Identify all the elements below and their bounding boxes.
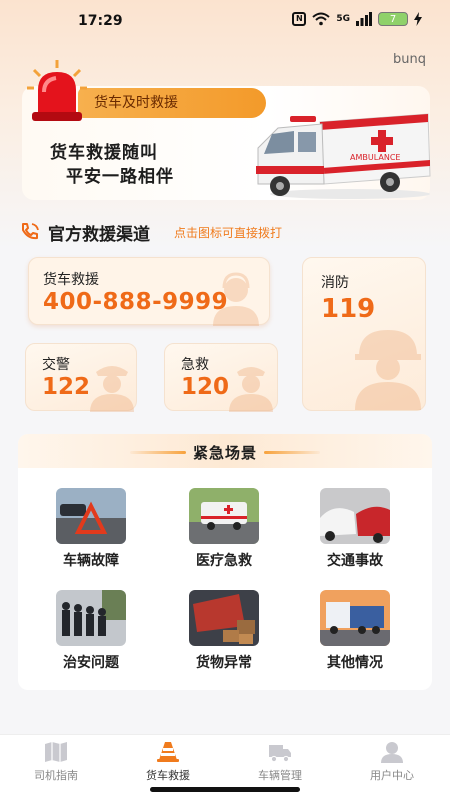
tab-user-center[interactable]: 用户中心 [336, 735, 448, 785]
status-bar: 17:29 N 5G 7 [0, 0, 450, 44]
banner-slogan-line2: 平安一路相伴 [66, 167, 174, 187]
emergency-panel: 紧急场景 车辆故障 医疗急救 交通事故 治安问题 货物异常 其他情况 [18, 434, 432, 690]
hotline-card-fire[interactable]: 消防 119 [302, 257, 426, 411]
scene-traffic-accident[interactable]: 交通事故 [306, 488, 402, 578]
hotline-label: 消防 [321, 275, 349, 291]
scene-label: 治安问题 [63, 655, 119, 671]
security-photo [56, 590, 126, 646]
other-photo [320, 590, 390, 646]
scene-label: 医疗急救 [196, 553, 252, 569]
scene-label: 其他情况 [327, 655, 383, 671]
nfc-icon: N [292, 12, 307, 26]
hotline-label: 急救 [181, 357, 209, 373]
tab-label: 司机指南 [34, 769, 78, 782]
ambulance-text: AMBULANCE [350, 153, 400, 162]
police-icon [90, 366, 134, 412]
user-icon [381, 742, 403, 763]
home-indicator[interactable] [150, 787, 300, 792]
charging-icon [414, 12, 422, 26]
tab-label: 车辆管理 [258, 769, 302, 782]
wifi-icon [312, 12, 331, 26]
hotline-number: 120 [181, 374, 230, 400]
scene-cargo-abnormal[interactable]: 货物异常 [175, 590, 271, 680]
status-time: 17:29 [78, 13, 123, 29]
scene-label: 货物异常 [196, 655, 252, 671]
scene-medical-emergency[interactable]: 医疗急救 [175, 488, 271, 578]
brand-label: bunq [393, 52, 426, 67]
tab-truck-rescue[interactable]: 货车救援 [112, 735, 224, 785]
tab-driver-guide[interactable]: 司机指南 [0, 735, 112, 785]
scene-public-security[interactable]: 治安问题 [42, 590, 138, 680]
accident-photo [320, 488, 390, 544]
banner-badge: 货车及时救援 [78, 88, 266, 118]
section-hint: 点击图标可直接拨打 [174, 226, 283, 240]
medical-photo [189, 488, 259, 544]
tab-label: 用户中心 [370, 769, 414, 782]
phone-icon [22, 223, 39, 240]
breakdown-photo [56, 488, 126, 544]
banner-slogan-line1: 货车救援随叫 [50, 143, 158, 163]
signal-icon [356, 12, 372, 26]
tab-label: 货车救援 [146, 769, 190, 782]
nurse-icon [229, 367, 273, 412]
hotline-number: 122 [42, 374, 91, 400]
hotline-number: 119 [321, 294, 376, 324]
scene-vehicle-breakdown[interactable]: 车辆故障 [42, 488, 138, 578]
status-icons: N 5G 7 [292, 12, 422, 26]
section-title: 官方救援渠道 [48, 225, 150, 245]
siren-icon [27, 60, 87, 121]
bottom-tab-bar: 司机指南 货车救援 车辆管理 用户中心 [0, 734, 450, 784]
network-label: 5G [336, 14, 350, 24]
battery-icon: 7 [378, 12, 408, 26]
hotline-card-traffic-police[interactable]: 交警 122 [25, 343, 137, 412]
scene-label: 车辆故障 [63, 553, 119, 569]
truck-icon [269, 745, 291, 763]
cargo-photo [189, 590, 259, 646]
firefighter-icon [355, 330, 421, 410]
scene-other[interactable]: 其他情况 [306, 590, 402, 680]
hotline-label: 交警 [42, 357, 70, 373]
hotline-label: 货车救援 [43, 272, 99, 288]
hotline-card-first-aid[interactable]: 急救 120 [164, 343, 278, 412]
hotline-number: 400-888-9999 [43, 289, 229, 315]
emergency-title: 紧急场景 [192, 444, 257, 462]
ambulance-illustration: AMBULANCE [256, 113, 431, 199]
book-map-icon [45, 742, 67, 762]
traffic-cone-icon [157, 742, 179, 762]
scene-label: 交通事故 [327, 553, 383, 569]
tab-vehicle-management[interactable]: 车辆管理 [224, 735, 336, 785]
hotline-card-truck-rescue[interactable]: 货车救援 400-888-9999 [28, 257, 270, 326]
